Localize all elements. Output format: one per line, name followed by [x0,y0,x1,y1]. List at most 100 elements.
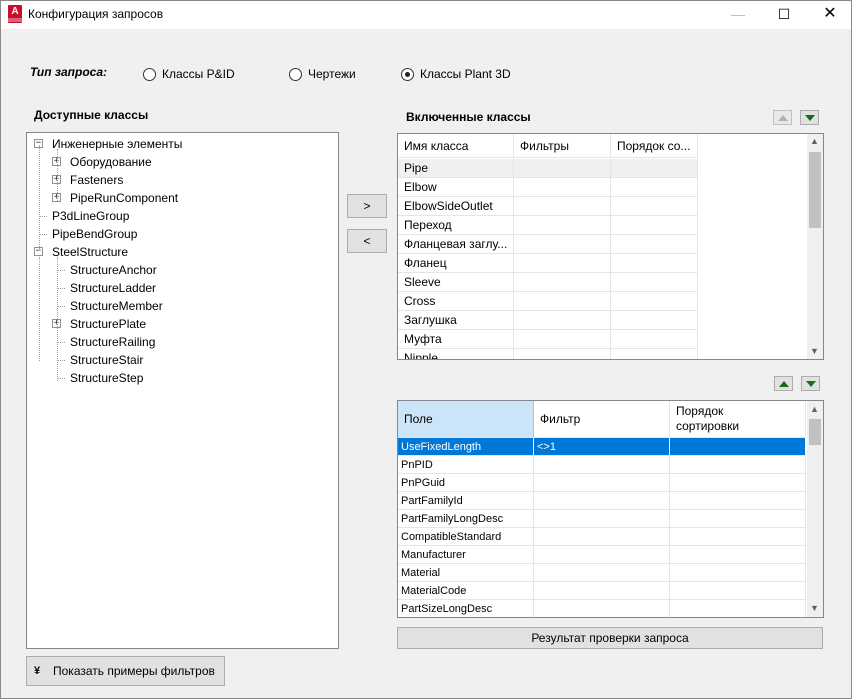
class-name-cell[interactable]: ElbowSideOutlet [398,197,514,216]
field-cell[interactable]: PnPGuid [398,474,534,492]
tree-item[interactable]: P3dLineGroup [52,207,129,225]
sort-cell[interactable] [670,528,806,546]
field-cell[interactable]: CompatibleStandard [398,528,534,546]
tree-item[interactable]: SteelStructure [52,243,128,261]
add-class-button[interactable]: > [347,194,387,218]
sort-order-cell[interactable] [611,178,698,197]
sort-order-cell[interactable] [611,311,698,330]
filters-cell[interactable] [514,178,611,197]
tree-item[interactable]: StructureMember [70,297,163,315]
column-header-filters[interactable]: Фильтры [514,134,611,158]
field-down-button[interactable] [801,376,820,391]
class-name-cell[interactable]: Nipple [398,349,514,359]
field-up-button[interactable] [774,376,793,391]
class-name-cell[interactable]: Pipe [398,159,514,178]
class-name-cell[interactable]: Elbow [398,178,514,197]
field-cell[interactable]: Material [398,564,534,582]
field-cell[interactable]: PartFamilyId [398,492,534,510]
radio-drawings[interactable]: Чертежи [289,67,356,81]
sort-cell[interactable] [670,474,806,492]
filters-cell[interactable] [514,216,611,235]
column-header-filter[interactable]: Фильтр [534,401,670,438]
scroll-thumb[interactable] [809,152,821,228]
tree-item[interactable]: StructureStep [70,369,143,387]
sort-cell[interactable] [670,456,806,474]
filters-cell[interactable] [514,330,611,349]
filter-cell[interactable]: <>1 [534,438,670,456]
sort-order-cell[interactable] [611,216,698,235]
close-icon[interactable]: ✕ [807,1,852,29]
field-cell[interactable]: PnPID [398,456,534,474]
show-filter-examples-button[interactable]: ¥ Показать примеры фильтров [26,656,225,686]
maximize-icon[interactable]: ☐ [761,1,807,29]
tree-item[interactable]: Fasteners [70,171,123,189]
filter-cell[interactable] [534,474,670,492]
column-header-sort[interactable]: Порядок сортировки [670,401,806,438]
class-name-cell[interactable]: Заглушка [398,311,514,330]
class-name-cell[interactable]: Sleeve [398,273,514,292]
sort-order-cell[interactable] [611,254,698,273]
column-header-class-name[interactable]: Имя класса [398,134,514,158]
included-classes-grid[interactable]: Имя класса Фильтры Порядок со... Pipe Elb… [397,133,824,360]
filter-cell[interactable] [534,456,670,474]
scroll-up-icon[interactable]: ▲ [807,135,822,148]
tree-item[interactable]: StructurePlate [70,315,146,333]
filters-cell[interactable] [514,254,611,273]
field-cell[interactable]: UseFixedLength [398,438,534,456]
remove-class-button[interactable]: < [347,229,387,253]
sort-cell[interactable] [670,600,806,617]
sort-cell[interactable] [670,438,806,456]
vertical-scrollbar[interactable]: ▲ ▼ [807,401,823,617]
filter-cell[interactable] [534,528,670,546]
filter-cell[interactable] [534,492,670,510]
filter-cell[interactable] [534,564,670,582]
sort-order-cell[interactable] [611,349,698,359]
class-name-cell[interactable]: Cross [398,292,514,311]
filters-cell[interactable] [514,273,611,292]
column-header-sort-order[interactable]: Порядок со... [611,134,698,158]
field-cell[interactable]: PartFamilyLongDesc [398,510,534,528]
sort-cell[interactable] [670,492,806,510]
column-header-field[interactable]: Поле [398,401,534,438]
filters-cell[interactable] [514,197,611,216]
radio-plant3d-classes[interactable]: Классы Plant 3D [401,67,511,81]
sort-order-cell[interactable] [611,292,698,311]
field-cell[interactable]: Manufacturer [398,546,534,564]
radio-pid-classes[interactable]: Классы P&ID [143,67,235,81]
filters-cell[interactable] [514,349,611,359]
tree-item[interactable]: PipeBendGroup [52,225,137,243]
filters-cell[interactable] [514,311,611,330]
move-up-disabled-button[interactable] [773,110,792,125]
filters-cell[interactable] [514,292,611,311]
tree-item[interactable]: PipeRunComponent [70,189,178,207]
sort-cell[interactable] [670,564,806,582]
test-query-button[interactable]: Результат проверки запроса [397,627,823,649]
tree-item[interactable]: StructureRailing [70,333,155,351]
minimize-icon[interactable]: — [715,1,761,29]
class-name-cell[interactable]: Переход [398,216,514,235]
tree-item[interactable]: StructureLadder [70,279,156,297]
available-classes-tree[interactable]: − Инженерные элементы + Оборудование + Fasten… [26,132,339,649]
filter-cell[interactable] [534,582,670,600]
sort-cell[interactable] [670,582,806,600]
vertical-scrollbar[interactable]: ▲ ▼ [807,134,823,359]
sort-cell[interactable] [670,510,806,528]
filter-cell[interactable] [534,600,670,617]
sort-order-cell[interactable] [611,273,698,292]
tree-item[interactable]: Оборудование [70,153,152,171]
sort-cell[interactable] [670,546,806,564]
class-name-cell[interactable]: Фланец [398,254,514,273]
filters-cell[interactable] [514,159,611,178]
field-cell[interactable]: PartSizeLongDesc [398,600,534,617]
tree-item[interactable]: StructureAnchor [70,261,157,279]
move-down-button[interactable] [800,110,819,125]
sort-order-cell[interactable] [611,159,698,178]
filters-cell[interactable] [514,235,611,254]
class-name-cell[interactable]: Фланцевая заглу... [398,235,514,254]
scroll-up-icon[interactable]: ▲ [807,403,822,416]
scroll-thumb[interactable] [809,419,821,445]
tree-item[interactable]: StructureStair [70,351,143,369]
sort-order-cell[interactable] [611,235,698,254]
properties-grid[interactable]: Поле Фильтр Порядок сортировки UseFixedL… [397,400,824,618]
filter-cell[interactable] [534,546,670,564]
